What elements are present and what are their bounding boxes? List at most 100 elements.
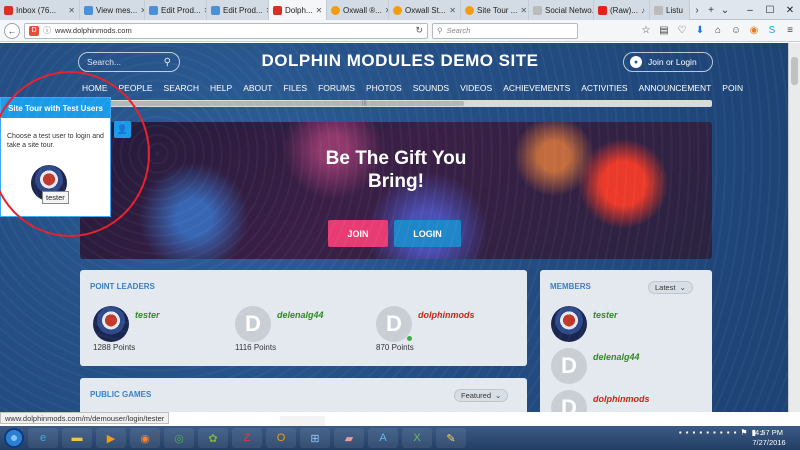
chrome-icon[interactable]: ◎ [164,428,194,448]
info-icon[interactable]: ⓘ [43,25,51,36]
paint-icon[interactable]: ✎ [436,428,466,448]
user-link[interactable]: delenalg44 [277,310,324,320]
sort-dropdown-value: Latest [655,283,676,292]
close-window-icon[interactable]: ✕ [780,0,800,20]
user-link[interactable]: delenalg44 [593,352,640,362]
reload-icon[interactable]: ↻ [415,25,423,36]
media-player-icon[interactable]: ▶ [96,428,126,448]
browser-tab[interactable]: Oxwall St... ✕ [389,0,461,20]
search-icon[interactable]: ⚲ [164,57,171,68]
nav-item-achievements[interactable]: ACHIEVEMENTS [503,83,570,95]
clock[interactable]: 4:57 PM 7/27/2016 [744,428,794,448]
scroll-tabs-icon[interactable]: › [690,0,704,20]
tray-app-icon[interactable]: ▪ [706,428,709,437]
user-link[interactable]: dolphinmods [593,394,650,404]
nav-item-videos[interactable]: VIDEOS [460,83,492,95]
browser-tab[interactable]: Edit Prod...✕ [145,0,207,20]
close-tab-icon[interactable]: ✕ [449,6,456,15]
maximize-icon[interactable]: ☐ [760,0,780,20]
avatar[interactable]: D [551,348,587,384]
pocket-icon[interactable]: ♡ [676,25,688,36]
sort-dropdown-value: Featured [461,391,492,400]
new-tab-icon[interactable]: + [704,0,718,20]
site-identity-icon[interactable]: D [29,25,39,36]
outlook-icon[interactable]: O [266,428,296,448]
browser-tab[interactable]: Listu [650,0,690,20]
download-icon[interactable]: ⬇ [694,25,706,36]
nav-item-forums[interactable]: FORUMS [318,83,355,95]
browser-search-input[interactable]: ⚲ Search [432,22,578,39]
nav-item-announcement[interactable]: ANNOUNCEMENT [639,83,712,95]
page-scrollbar[interactable] [788,43,800,412]
nav-item-files[interactable]: FILES [283,83,307,95]
main-nav: HOME PEOPLE SEARCH HELP ABOUT FILES FORU… [82,83,788,95]
close-tab-icon[interactable]: ✕ [316,6,323,15]
bookmark-star-icon[interactable]: ☆ [640,25,652,36]
toolbar-icons: ☆ ▤ ♡ ⬇ ⌂ ☺ ◉ S ≡ [640,25,796,36]
site-search-input[interactable]: Search... ⚲ [78,52,180,72]
nav-item-points[interactable]: POIN [722,83,743,95]
browser-tab-active[interactable]: Dolph... ✕ [269,0,327,20]
browser-tab[interactable]: Edit Prod...✕ [207,0,269,20]
user-link[interactable]: tester [593,310,618,320]
browser-tab[interactable]: (Raw)... ♪ [594,0,650,20]
browser-tab[interactable]: Oxwall ®...✕ [327,0,389,20]
tray-app-icon[interactable]: ▪ [699,428,702,437]
nav-scrollbar-thumb[interactable] [86,101,464,106]
nav-item-about[interactable]: ABOUT [243,83,272,95]
nav-item-activities[interactable]: ACTIVITIES [581,83,627,95]
nav-item-photos[interactable]: PHOTOS [366,83,402,95]
url-bar[interactable]: D ⓘ www.dolphinmods.com ↻ [24,22,428,39]
panel-title: POINT LEADERS [90,282,155,291]
close-tab-icon[interactable]: ✕ [520,6,527,15]
tray-app-icon[interactable]: ▪ [693,428,696,437]
avatar[interactable] [551,306,587,342]
word-icon[interactable]: A [368,428,398,448]
tray-app-icon[interactable]: ▪ [734,428,737,437]
minimize-icon[interactable]: – [740,0,760,20]
chat-icon[interactable]: ☺ [730,25,742,36]
tab-list-icon[interactable]: ⌄ [718,0,732,20]
sticky-app-icon[interactable]: ▰ [334,428,364,448]
network-app-icon[interactable]: ⊞ [300,428,330,448]
browser-tab[interactable]: Social Netwo... [529,0,594,20]
browser-tab[interactable]: View mes...✕ [80,0,145,20]
reading-list-icon[interactable]: ▤ [658,25,670,36]
oxwall-icon [465,5,474,15]
back-button[interactable]: ← [4,22,20,39]
avatar[interactable]: D [551,390,587,412]
excel-icon[interactable]: X [402,428,432,448]
extension-icon[interactable]: ◉ [748,25,760,36]
skype-icon[interactable]: S [766,25,778,36]
start-button[interactable] [4,428,24,448]
join-button[interactable]: JOIN [328,220,388,247]
browser-tab[interactable]: Site Tour ... ✕ [461,0,529,20]
tray-app-icon[interactable]: ▪ [679,428,682,437]
page-scrollbar-thumb[interactable] [791,57,798,85]
tray-app-icon[interactable]: ▪ [686,428,689,437]
firefox-icon[interactable]: ◉ [130,428,160,448]
nav-item-help[interactable]: HELP [210,83,232,95]
frog-app-icon[interactable]: ✿ [198,428,228,448]
sort-dropdown[interactable]: Featured ⌄ [454,389,509,402]
tray-app-icon[interactable]: ▪ [727,428,730,437]
user-link[interactable]: dolphinmods [418,310,475,320]
nav-item-sounds[interactable]: SOUNDS [413,83,449,95]
browser-tab[interactable]: Inbox (76... ✕ [0,0,80,20]
login-button[interactable]: LOGIN [394,220,461,247]
sort-dropdown[interactable]: Latest ⌄ [648,281,693,294]
tray-app-icon[interactable]: ▪ [713,428,716,437]
menu-icon[interactable]: ≡ [784,25,796,36]
avatar[interactable]: D [235,306,271,342]
explorer-folder-icon[interactable]: ▬ [62,428,92,448]
nav-item-search[interactable]: SEARCH [164,83,199,95]
home-icon[interactable]: ⌂ [712,25,724,36]
user-link[interactable]: tester [135,310,160,320]
nav-scrollbar[interactable]: ||| [82,100,712,107]
ie-icon[interactable]: e [28,428,58,448]
tray-app-icon[interactable]: ▪ [720,428,723,437]
avatar[interactable] [93,306,129,342]
filezilla-icon[interactable]: Z [232,428,262,448]
close-tab-icon[interactable]: ✕ [68,6,75,15]
join-login-button[interactable]: ● Join or Login [623,52,713,72]
